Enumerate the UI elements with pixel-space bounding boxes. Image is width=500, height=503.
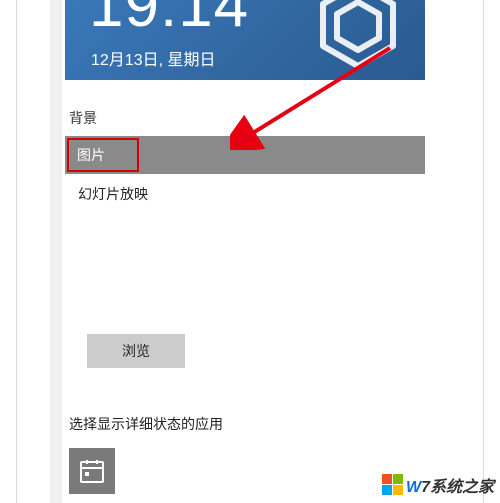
settings-panel-frame: 19:14 12月13日, 星期日 背景 图片 幻灯片放映 浏览 选择显示详细状… [16,0,484,503]
preview-date: 12月13日, 星期日 [91,46,216,70]
option-label: 图片 [77,147,105,163]
option-label: 幻灯片放映 [78,186,148,202]
calendar-icon [79,458,105,484]
dropdown-option-picture[interactable]: 图片 [65,136,425,174]
preview-time: 19:14 [89,0,249,41]
background-label: 背景 [69,108,425,128]
browse-button[interactable]: 浏览 [87,334,185,368]
hex-icon [313,0,403,70]
lockscreen-preview: 19:14 12月13日, 星期日 [65,0,425,80]
windows-logo-icon [382,474,404,496]
detailed-status-label: 选择显示详细状态的应用 [69,414,425,434]
watermark-text: W7系统之家 [406,473,494,497]
watermark: W7系统之家 [382,473,494,497]
detailed-status-app-button[interactable] [69,448,115,494]
background-dropdown[interactable]: 图片 幻灯片放映 [65,136,425,212]
dropdown-option-slideshow[interactable]: 幻灯片放映 [65,174,425,212]
scrollbar[interactable] [50,0,62,503]
